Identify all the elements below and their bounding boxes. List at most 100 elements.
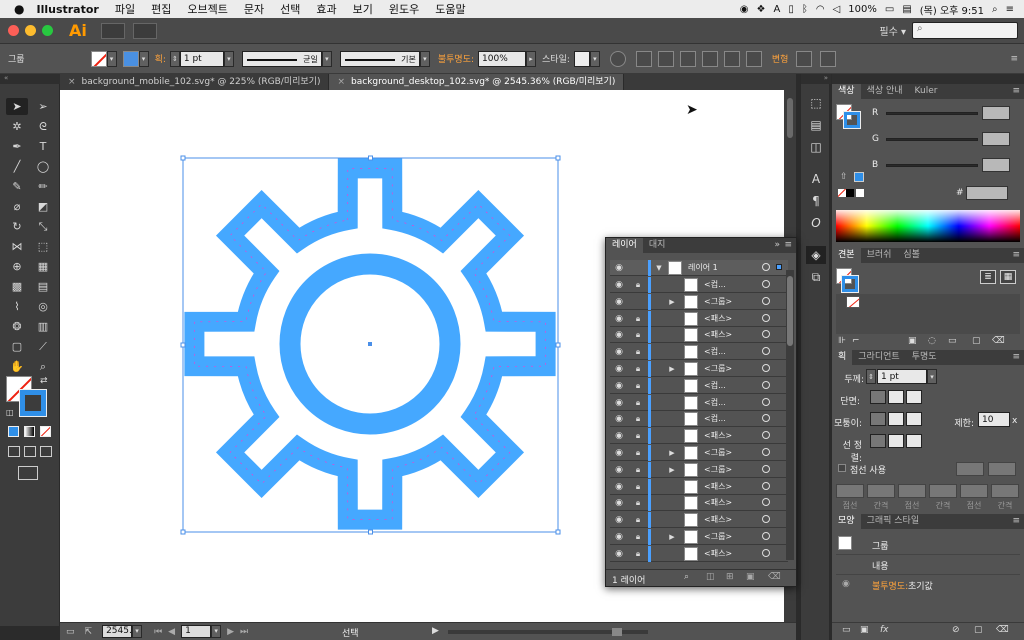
zoom-window-button[interactable] [42,25,53,36]
weight-stepper[interactable]: ⇕ [866,369,876,384]
visibility-eye-icon[interactable]: ◉ [842,579,850,589]
layers-panel-menu-icon[interactable]: ≡ [784,238,792,253]
isolate-group-icon[interactable] [796,50,813,67]
eye-icon[interactable]: ◉ [612,496,626,510]
tab-graphic-styles[interactable]: 그래픽 스타일 [861,514,926,529]
limit-field[interactable]: 10 [978,412,1010,427]
previous-artboard-icon[interactable]: ◀ [168,627,175,637]
item-name[interactable]: <패스> [704,546,732,562]
b-value-field[interactable] [982,158,1010,172]
layer-row[interactable]: ◉ 🔒︎ <컴... [610,377,788,394]
layer-row[interactable]: ◉ 🔒︎ <패스> [610,545,788,562]
none-mode-icon[interactable] [40,426,51,437]
target-icon[interactable] [762,414,770,423]
dropbox-icon[interactable]: ❖ [757,4,766,15]
zoom-tool-icon[interactable]: ⌕ [32,358,54,375]
menu-view[interactable]: 보기 [345,1,381,17]
swap-colors-icon[interactable]: ⇄ [40,376,48,386]
expand-arrow-icon[interactable]: ▶ [667,446,677,460]
layer-row[interactable]: ◉ 🔒︎ ▶ <그룹> [610,461,788,478]
color-group-icon[interactable]: ◌ [928,336,936,346]
lock-icon[interactable]: 🔒︎ [632,396,644,410]
delete-layer-icon[interactable]: ⌫ [768,572,781,582]
layer-row[interactable]: ◉ 🔒︎ <패스> [610,495,788,512]
opacity-label[interactable]: 불투명도: [438,52,474,65]
expand-arrow-icon[interactable]: ▶ [667,295,677,309]
add-fill-icon[interactable]: ▣ [860,625,869,635]
status-text[interactable]: 선택 [342,626,359,639]
gradient-mode-icon[interactable] [24,426,35,437]
gap-1-field[interactable] [867,484,895,498]
hand-tool-icon[interactable]: ✋ [6,358,28,375]
gap-2-field[interactable] [929,484,957,498]
perspective-grid-tool-icon[interactable]: ▦ [32,258,54,275]
close-tab-icon[interactable]: × [337,77,345,87]
swatches-panel-menu-icon[interactable]: ≡ [1012,248,1020,263]
default-colors-icon[interactable]: ◫ [6,408,14,417]
layer-row[interactable]: ◉ 🔒︎ <패스> [610,478,788,495]
panel-group-header[interactable] [832,74,1024,84]
butt-cap-button[interactable] [870,390,886,404]
fill-swatch[interactable] [90,50,107,67]
list-view-icon[interactable]: ≣ [980,270,996,284]
paintbrush-tool-icon[interactable]: ✎ [6,178,28,195]
tab-swatches[interactable]: 견본 [832,248,861,263]
eye-icon[interactable]: ◉ [612,295,626,309]
target-icon[interactable] [762,296,770,305]
item-name[interactable]: <그룹> [704,361,732,377]
next-artboard-icon[interactable]: ▶ [227,627,234,637]
record-icon[interactable]: ◉ [740,4,749,15]
lock-icon[interactable]: 🔒︎ [632,345,644,359]
locate-object-icon[interactable]: ⌕ [684,572,689,582]
ellipse-tool-icon[interactable]: ◯ [32,158,54,175]
menu-help[interactable]: 도움말 [427,1,473,17]
expand-arrow-icon[interactable]: ▶ [667,362,677,376]
projecting-cap-button[interactable] [906,390,922,404]
layer-row[interactable]: ◉ 🔒︎ ▶ <그룹> [610,445,788,461]
links-panel-icon[interactable]: ⧉ [806,268,826,286]
web-safe-color-swatch[interactable] [854,172,864,182]
opentype-panel-icon[interactable]: O [806,214,826,232]
direct-selection-tool-icon[interactable]: ➢ [32,98,54,115]
fill-dropdown[interactable]: ▾ [106,50,117,67]
item-name[interactable]: <패스> [704,428,732,444]
zoom-dropdown[interactable]: ▾ [132,625,143,638]
close-tab-icon[interactable]: × [68,77,76,87]
align-middle-icon[interactable] [723,50,740,67]
lock-icon[interactable]: 🔒︎ [632,278,644,292]
target-icon[interactable] [762,263,770,271]
lock-icon[interactable]: 🔒︎ [632,480,644,494]
tab-background-desktop[interactable]: × background_desktop_102.svg* @ 2545.36% … [329,74,625,90]
g-value-field[interactable] [982,132,1010,146]
item-name[interactable]: <패스> [704,512,732,528]
hex-field[interactable] [966,186,1008,200]
tab-symbols[interactable]: 심볼 [897,248,926,263]
align-right-icon[interactable] [679,50,696,67]
menu-object[interactable]: 오브젝트 [179,1,235,17]
item-name[interactable]: <그룹> [704,529,732,545]
artboard-field[interactable]: 1 [181,625,212,638]
pen-tool-icon[interactable]: ✒ [6,138,28,155]
target-icon[interactable] [762,515,770,524]
menu-window[interactable]: 윈도우 [381,1,427,17]
layer-row[interactable]: ◉ ▼ 레이어 1 [610,260,788,276]
item-name[interactable]: <컴... [704,344,726,360]
brush-definition[interactable]: 기본 [339,50,420,67]
eye-icon[interactable]: ◉ [612,345,626,359]
new-color-group-icon[interactable]: ▭ [948,336,957,346]
eye-icon[interactable]: ◉ [612,328,626,342]
color-panel-menu-icon[interactable]: ≡ [1012,84,1020,99]
target-icon[interactable] [762,532,770,540]
variable-width-profile[interactable]: 균일 [241,50,322,67]
blend-tool-icon[interactable]: ◎ [32,298,54,315]
align-panel-icon[interactable]: ▤ [806,116,826,134]
minimize-window-button[interactable] [25,25,36,36]
spotlight-icon[interactable]: ⌕ [992,4,998,15]
target-icon[interactable] [762,330,770,339]
eye-icon[interactable]: ◉ [612,278,626,292]
menu-edit[interactable]: 편집 [143,1,179,17]
recolor-artwork-icon[interactable] [609,50,626,67]
target-icon[interactable] [762,464,770,473]
swatch-options-icon[interactable]: ▣ [908,336,917,346]
blob-brush-tool-icon[interactable]: ⌀ [6,198,28,215]
